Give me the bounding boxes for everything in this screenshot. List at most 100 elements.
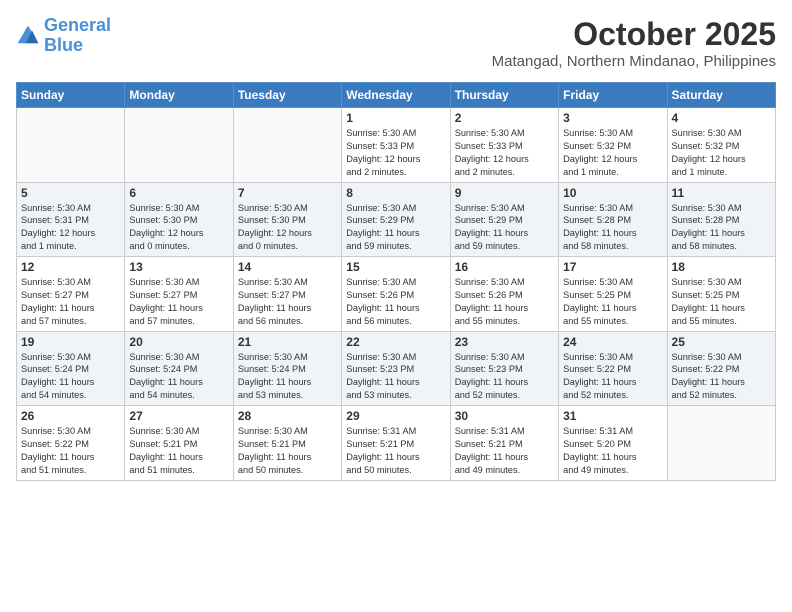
day-number: 25 xyxy=(672,335,771,349)
day-info: Sunrise: 5:30 AM Sunset: 5:29 PM Dayligh… xyxy=(346,202,445,254)
title-block: October 2025 Matangad, Northern Mindanao… xyxy=(492,16,776,70)
calendar-cell: 27Sunrise: 5:30 AM Sunset: 5:21 PM Dayli… xyxy=(125,406,233,481)
calendar-cell: 21 Sunrise: 5:30 AM Sunset: 5:24 PM Dayli… xyxy=(233,331,341,406)
calendar-header-monday: Monday xyxy=(125,83,233,108)
day-info: Sunrise: 5:30 AM Sunset: 5:24 PM Dayligh… xyxy=(238,351,337,403)
calendar-cell xyxy=(233,108,341,183)
calendar-cell: 29 Sunrise: 5:31 AM Sunset: 5:21 PM Dayli… xyxy=(342,406,450,481)
day-number: 13 xyxy=(129,260,228,274)
day-number: 6 xyxy=(129,186,228,200)
calendar-header-saturday: Saturday xyxy=(667,83,775,108)
day-number: 9 xyxy=(455,186,554,200)
day-info: Sunrise: 5:30 AM Sunset: 5:26 PM Dayligh… xyxy=(455,276,554,328)
day-number: 2 xyxy=(455,111,554,125)
calendar-cell: 31 Sunrise: 5:31 AM Sunset: 5:20 PM Dayli… xyxy=(559,406,667,481)
calendar-cell: 22 Sunrise: 5:30 AM Sunset: 5:23 PM Dayli… xyxy=(342,331,450,406)
day-number: 24 xyxy=(563,335,662,349)
day-info: Sunrise: 5:30 AM Sunset: 5:33 PM Dayligh… xyxy=(455,127,554,179)
day-info: Sunrise: 5:30 AM Sunset: 5:23 PM Dayligh… xyxy=(455,351,554,403)
calendar-header-tuesday: Tuesday xyxy=(233,83,341,108)
calendar-cell: 18 Sunrise: 5:30 AM Sunset: 5:25 PM Dayli… xyxy=(667,257,775,332)
day-info: Sunrise: 5:30 AM Sunset: 5:30 PM Dayligh… xyxy=(129,202,228,254)
day-info: Sunrise: 5:31 AM Sunset: 5:21 PM Dayligh… xyxy=(455,425,554,477)
day-info: Sunrise: 5:30 AM Sunset: 5:28 PM Dayligh… xyxy=(563,202,662,254)
day-number: 28 xyxy=(238,409,337,423)
day-number: 22 xyxy=(346,335,445,349)
day-info: Sunrise: 5:30 AM Sunset: 5:24 PM Dayligh… xyxy=(129,351,228,403)
day-info: Sunrise: 5:30 AM Sunset: 5:22 PM Dayligh… xyxy=(563,351,662,403)
day-number: 21 xyxy=(238,335,337,349)
day-number: 20 xyxy=(129,335,228,349)
location-title: Matangad, Northern Mindanao, Philippines xyxy=(492,53,776,70)
calendar-cell: 30 Sunrise: 5:31 AM Sunset: 5:21 PM Dayli… xyxy=(450,406,558,481)
day-info: Sunrise: 5:30 AM Sunset: 5:25 PM Dayligh… xyxy=(672,276,771,328)
calendar-week-row: 1 Sunrise: 5:30 AM Sunset: 5:33 PM Daylig… xyxy=(17,108,776,183)
day-info: Sunrise: 5:30 AM Sunset: 5:22 PM Dayligh… xyxy=(672,351,771,403)
calendar-header-sunday: Sunday xyxy=(17,83,125,108)
calendar-cell: 1Sunrise: 5:30 AM Sunset: 5:33 PM Daylig… xyxy=(342,108,450,183)
calendar-header-row: SundayMondayTuesdayWednesdayThursdayFrid… xyxy=(17,83,776,108)
calendar-cell: 14 Sunrise: 5:30 AM Sunset: 5:27 PM Dayli… xyxy=(233,257,341,332)
calendar-table: SundayMondayTuesdayWednesdayThursdayFrid… xyxy=(16,82,776,481)
calendar-cell: 24 Sunrise: 5:30 AM Sunset: 5:22 PM Dayli… xyxy=(559,331,667,406)
calendar-header-friday: Friday xyxy=(559,83,667,108)
day-number: 29 xyxy=(346,409,445,423)
calendar-cell: 17Sunrise: 5:30 AM Sunset: 5:25 PM Dayli… xyxy=(559,257,667,332)
day-number: 14 xyxy=(238,260,337,274)
calendar-cell xyxy=(667,406,775,481)
day-info: Sunrise: 5:30 AM Sunset: 5:27 PM Dayligh… xyxy=(238,276,337,328)
calendar-cell: 8 Sunrise: 5:30 AM Sunset: 5:29 PM Daylig… xyxy=(342,182,450,257)
calendar-cell: 5Sunrise: 5:30 AM Sunset: 5:31 PM Daylig… xyxy=(17,182,125,257)
day-info: Sunrise: 5:31 AM Sunset: 5:21 PM Dayligh… xyxy=(346,425,445,477)
calendar-week-row: 26 Sunrise: 5:30 AM Sunset: 5:22 PM Dayli… xyxy=(17,406,776,481)
day-number: 11 xyxy=(672,186,771,200)
day-info: Sunrise: 5:30 AM Sunset: 5:25 PM Dayligh… xyxy=(563,276,662,328)
calendar-cell: 12Sunrise: 5:30 AM Sunset: 5:27 PM Dayli… xyxy=(17,257,125,332)
day-number: 30 xyxy=(455,409,554,423)
day-number: 26 xyxy=(21,409,120,423)
day-number: 1 xyxy=(346,111,445,125)
calendar-cell: 13 Sunrise: 5:30 AM Sunset: 5:27 PM Dayli… xyxy=(125,257,233,332)
calendar-cell: 23Sunrise: 5:30 AM Sunset: 5:23 PM Dayli… xyxy=(450,331,558,406)
day-info: Sunrise: 5:30 AM Sunset: 5:32 PM Dayligh… xyxy=(672,127,771,179)
calendar-cell: 20 Sunrise: 5:30 AM Sunset: 5:24 PM Dayli… xyxy=(125,331,233,406)
day-number: 19 xyxy=(21,335,120,349)
day-number: 3 xyxy=(563,111,662,125)
day-info: Sunrise: 5:30 AM Sunset: 5:24 PM Dayligh… xyxy=(21,351,120,403)
day-info: Sunrise: 5:30 AM Sunset: 5:27 PM Dayligh… xyxy=(129,276,228,328)
day-info: Sunrise: 5:30 AM Sunset: 5:32 PM Dayligh… xyxy=(563,127,662,179)
calendar-cell: 6 Sunrise: 5:30 AM Sunset: 5:30 PM Daylig… xyxy=(125,182,233,257)
logo-icon xyxy=(16,24,40,48)
month-title: October 2025 xyxy=(492,16,776,53)
day-info: Sunrise: 5:30 AM Sunset: 5:29 PM Dayligh… xyxy=(455,202,554,254)
day-number: 16 xyxy=(455,260,554,274)
calendar-cell: 16 Sunrise: 5:30 AM Sunset: 5:26 PM Dayli… xyxy=(450,257,558,332)
calendar-cell: 3 Sunrise: 5:30 AM Sunset: 5:32 PM Daylig… xyxy=(559,108,667,183)
calendar-cell: 9 Sunrise: 5:30 AM Sunset: 5:29 PM Daylig… xyxy=(450,182,558,257)
calendar-cell: 11Sunrise: 5:30 AM Sunset: 5:28 PM Dayli… xyxy=(667,182,775,257)
day-info: Sunrise: 5:30 AM Sunset: 5:26 PM Dayligh… xyxy=(346,276,445,328)
calendar-week-row: 5Sunrise: 5:30 AM Sunset: 5:31 PM Daylig… xyxy=(17,182,776,257)
calendar-cell: 26 Sunrise: 5:30 AM Sunset: 5:22 PM Dayli… xyxy=(17,406,125,481)
calendar-cell: 7Sunrise: 5:30 AM Sunset: 5:30 PM Daylig… xyxy=(233,182,341,257)
calendar-header-wednesday: Wednesday xyxy=(342,83,450,108)
calendar-cell: 2 Sunrise: 5:30 AM Sunset: 5:33 PM Daylig… xyxy=(450,108,558,183)
calendar-cell: 19 Sunrise: 5:30 AM Sunset: 5:24 PM Dayli… xyxy=(17,331,125,406)
logo-text: General Blue xyxy=(44,16,111,56)
day-number: 31 xyxy=(563,409,662,423)
day-number: 18 xyxy=(672,260,771,274)
day-info: Sunrise: 5:30 AM Sunset: 5:22 PM Dayligh… xyxy=(21,425,120,477)
day-number: 4 xyxy=(672,111,771,125)
calendar-week-row: 12Sunrise: 5:30 AM Sunset: 5:27 PM Dayli… xyxy=(17,257,776,332)
day-number: 8 xyxy=(346,186,445,200)
calendar-cell xyxy=(125,108,233,183)
day-info: Sunrise: 5:31 AM Sunset: 5:20 PM Dayligh… xyxy=(563,425,662,477)
day-number: 7 xyxy=(238,186,337,200)
day-info: Sunrise: 5:30 AM Sunset: 5:21 PM Dayligh… xyxy=(129,425,228,477)
calendar-cell: 28Sunrise: 5:30 AM Sunset: 5:21 PM Dayli… xyxy=(233,406,341,481)
logo: General Blue xyxy=(16,16,111,56)
day-info: Sunrise: 5:30 AM Sunset: 5:23 PM Dayligh… xyxy=(346,351,445,403)
calendar-cell: 4 Sunrise: 5:30 AM Sunset: 5:32 PM Daylig… xyxy=(667,108,775,183)
day-info: Sunrise: 5:30 AM Sunset: 5:27 PM Dayligh… xyxy=(21,276,120,328)
page-header: General Blue October 2025 Matangad, Nort… xyxy=(16,16,776,70)
